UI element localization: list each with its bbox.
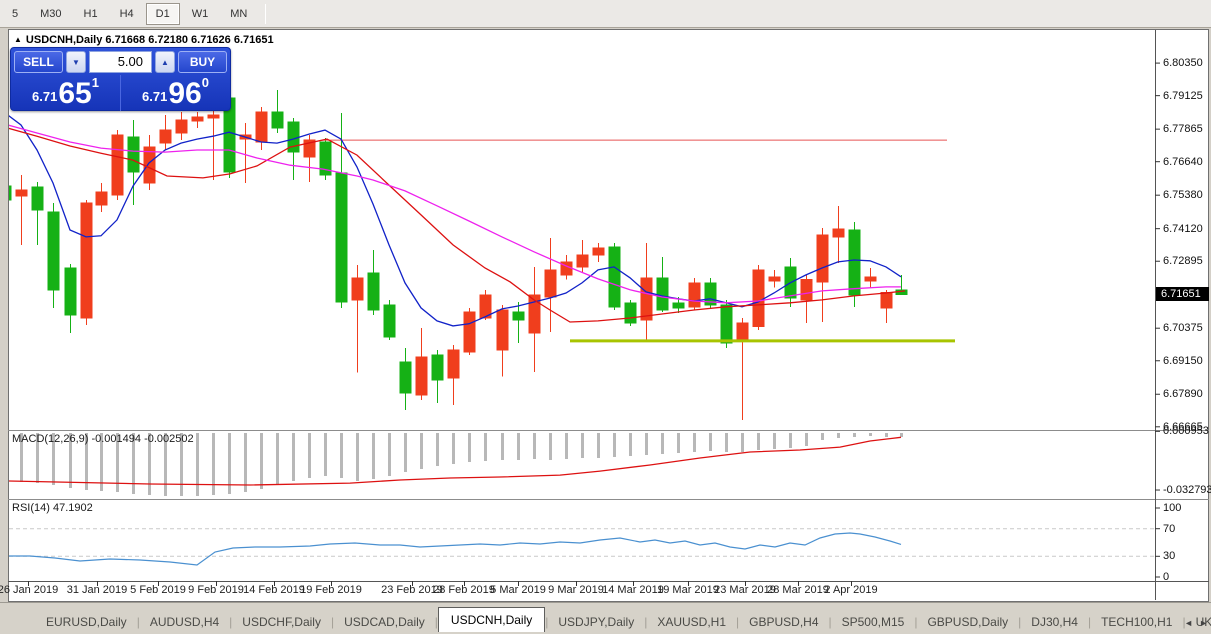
date-axis-label: 5 Feb 2019 — [130, 584, 186, 596]
date-axis-label: 5 Mar 2019 — [490, 584, 546, 596]
price-axis-label: 6.77865 — [1163, 123, 1203, 135]
date-axis-label: 19 Feb 2019 — [300, 584, 362, 596]
symbol-tab-usdchf[interactable]: USDCHF,Daily — [232, 611, 331, 632]
buy-price-big: 96 — [168, 77, 202, 110]
symbol-tab-xauusd[interactable]: XAUUSD,H1 — [647, 611, 736, 632]
price-axis-label: 6.75380 — [1163, 189, 1203, 201]
date-axis-label: 31 Jan 2019 — [66, 584, 128, 596]
date-axis-label: 26 Jan 2019 — [0, 584, 59, 596]
symbol-tab-dj30[interactable]: DJ30,H4 — [1021, 611, 1088, 632]
chart-symbol-label: USDCNH,Daily — [25, 34, 103, 46]
rsi-indicator-label: RSI(14) 47.1902 — [12, 502, 93, 514]
timeframe-button-mn[interactable]: MN — [220, 3, 257, 25]
date-axis-label: 28 Mar 2019 — [767, 584, 829, 596]
tab-scroll-left-icon[interactable]: ◄ — [1184, 618, 1193, 628]
timeframe-button-5[interactable]: 5 — [2, 3, 28, 25]
symbol-tab-usdjpy[interactable]: USDJPY,Daily — [548, 611, 644, 632]
symbol-tabbar: EURUSD,Daily | AUDUSD,H4 | USDCHF,Daily | USDC… — [0, 602, 1211, 634]
date-axis-label: 9 Mar 2019 — [548, 584, 604, 596]
chart-window[interactable] — [8, 29, 1209, 602]
buy-price-base: 6.71 — [142, 89, 168, 104]
macd-axis-label: -0.032793 — [1163, 484, 1211, 496]
date-axis-label: 9 Feb 2019 — [188, 584, 244, 596]
date-axis-label: 28 Feb 2019 — [433, 584, 495, 596]
date-axis-label: 19 Mar 2019 — [657, 584, 719, 596]
timeframe-button-h1[interactable]: H1 — [74, 3, 108, 25]
timeframe-button-h4[interactable]: H4 — [110, 3, 144, 25]
volume-input[interactable]: 5.00 — [89, 51, 152, 73]
rsi-axis-label: 70 — [1163, 523, 1176, 535]
price-axis-label: 6.76640 — [1163, 156, 1203, 168]
rsi-axis-label: 100 — [1163, 502, 1182, 514]
symbol-tab-sp500[interactable]: SP500,M15 — [832, 611, 915, 632]
price-axis-label: 6.72895 — [1163, 255, 1203, 267]
symbol-tab-usdcad[interactable]: USDCAD,Daily — [334, 611, 435, 632]
arrow-up-icon: ▲ — [161, 57, 169, 67]
timeframe-button-m30[interactable]: M30 — [30, 3, 71, 25]
macd-axis-label: 0.000953 — [1163, 425, 1209, 437]
price-axis-label: 6.69150 — [1163, 355, 1203, 367]
buy-price-display[interactable]: 6.71 96 0 — [121, 75, 230, 111]
timeframe-button-w1[interactable]: W1 — [182, 3, 219, 25]
buy-button[interactable]: BUY — [178, 51, 227, 73]
price-axis-label: 6.67890 — [1163, 388, 1203, 400]
sell-price-big: 65 — [58, 77, 92, 110]
symbol-tab-audusd[interactable]: AUDUSD,H4 — [140, 611, 229, 632]
price-axis-label: 6.80350 — [1163, 57, 1203, 69]
chart-ohlc-readout: 6.71668 6.72180 6.71626 6.71651 — [105, 34, 274, 46]
price-axis-label: 6.74120 — [1163, 223, 1203, 235]
one-click-trade-panel: SELL ▼ 5.00 ▲ BUY 6.71 65 1 6.71 96 0 — [10, 47, 231, 111]
symbol-tab-eurusd[interactable]: EURUSD,Daily — [36, 611, 137, 632]
volume-increase-button[interactable]: ▲ — [155, 51, 175, 73]
date-axis-label: 2 Apr 2019 — [824, 584, 878, 596]
current-price-tag: 6.71651 — [1156, 287, 1209, 301]
chart-title: ▲ USDCNH,Daily 6.71668 6.72180 6.71626 6.… — [14, 34, 274, 46]
sell-button[interactable]: SELL — [14, 51, 63, 73]
buy-price-sup: 0 — [201, 75, 209, 90]
sell-price-base: 6.71 — [32, 89, 58, 104]
macd-indicator-label: MACD(12,26,9) -0.001494 -0.002502 — [12, 433, 194, 445]
rsi-axis-label: 30 — [1163, 550, 1176, 562]
symbol-tab-gbpusd[interactable]: GBPUSD,H4 — [739, 611, 828, 632]
tab-scroll-right-icon[interactable]: ► — [1199, 618, 1208, 628]
rsi-axis-label: 0 — [1163, 571, 1170, 583]
sell-price-display[interactable]: 6.71 65 1 — [11, 75, 121, 111]
toolbar-separator — [265, 3, 267, 24]
price-axis-label: 6.79125 — [1163, 90, 1203, 102]
timeframe-toolbar: 5 M30 H1 H4 D1 W1 MN — [0, 0, 1211, 28]
arrow-down-icon: ▼ — [72, 57, 80, 67]
symbol-tab-usdcnh[interactable]: USDCNH,Daily — [437, 607, 546, 632]
timeframe-button-d1[interactable]: D1 — [145, 2, 180, 25]
volume-decrease-button[interactable]: ▼ — [66, 51, 86, 73]
date-axis-label: 14 Feb 2019 — [243, 584, 305, 596]
sell-price-sup: 1 — [91, 75, 99, 90]
date-axis-label: 14 Mar 2019 — [602, 584, 664, 596]
symbol-tab-tech100[interactable]: TECH100,H1 — [1091, 611, 1182, 632]
symbol-arrow-icon: ▲ — [14, 35, 22, 44]
price-axis-label: 6.70375 — [1163, 322, 1203, 334]
symbol-tab-gbpusd[interactable]: GBPUSD,Daily — [917, 611, 1018, 632]
